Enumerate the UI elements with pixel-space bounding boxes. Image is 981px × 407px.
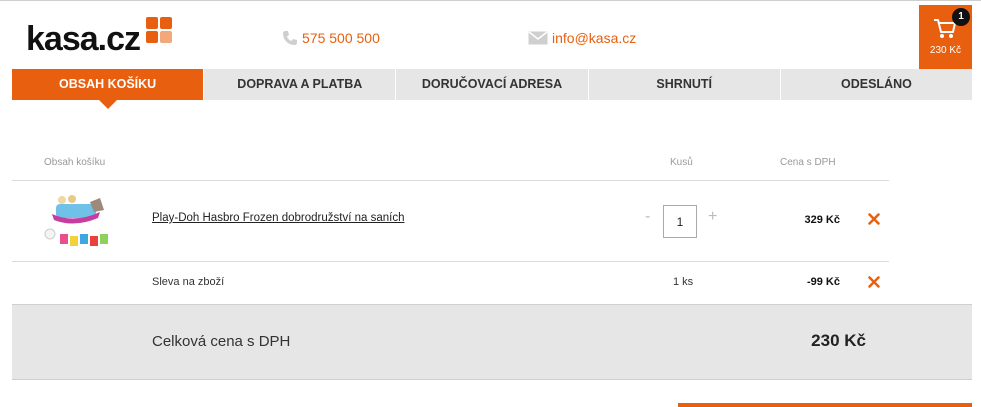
- top-border: [0, 0, 981, 5]
- step-summary[interactable]: SHRNUTÍ: [587, 69, 780, 100]
- quantity-input[interactable]: [663, 205, 697, 238]
- product-thumbnail[interactable]: [44, 194, 114, 248]
- step-delivery-address[interactable]: DORUČOVACÍ ADRESA: [395, 69, 587, 100]
- step-shipping-payment[interactable]: DOPRAVA A PLATBA: [203, 69, 395, 100]
- cart-count-badge: 1: [952, 8, 970, 26]
- logo-squares-icon: [146, 17, 172, 43]
- step-cart-content[interactable]: OBSAH KOŠÍKU: [12, 69, 204, 109]
- remove-item-button[interactable]: [868, 212, 880, 230]
- discount-label: Sleva na zboží: [152, 276, 225, 288]
- phone-number: 575 500 500: [302, 30, 380, 46]
- email-contact[interactable]: info@kasa.cz: [528, 30, 636, 46]
- logo-text: kasa.cz: [26, 20, 141, 58]
- total-value: 230 Kč: [811, 331, 866, 350]
- qty-decrease-button[interactable]: -: [645, 208, 650, 226]
- qty-increase-button[interactable]: +: [708, 208, 717, 226]
- header-price: Cena s DPH: [780, 157, 836, 168]
- continue-button[interactable]: [678, 403, 972, 407]
- phone-icon: [283, 31, 297, 45]
- close-icon: [868, 213, 880, 225]
- cart-total: 230 Kč: [929, 45, 962, 56]
- phone-contact[interactable]: 575 500 500: [282, 30, 380, 46]
- divider: [12, 180, 889, 181]
- discount-price: -99 Kč: [806, 276, 840, 288]
- total-label: Celková cena s DPH: [152, 333, 291, 350]
- close-icon: [868, 276, 880, 288]
- item-price: 329 Kč: [804, 214, 840, 226]
- header-qty: Kusů: [670, 157, 693, 168]
- remove-discount-button[interactable]: [868, 275, 880, 293]
- checkout-steps: OBSAH KOŠÍKU DOPRAVA A PLATBA DORUČOVACÍ…: [12, 69, 972, 109]
- header-content: Obsah košíku: [44, 157, 106, 168]
- product-link[interactable]: Play-Doh Hasbro Frozen dobrodružství na …: [152, 212, 404, 224]
- discount-qty: 1 ks: [673, 276, 694, 288]
- email-address: info@kasa.cz: [552, 30, 637, 46]
- envelope-icon: [528, 31, 548, 45]
- step-sent[interactable]: ODESLÁNO: [779, 69, 972, 100]
- cart-button[interactable]: 1 230 Kč: [919, 5, 972, 69]
- divider: [12, 261, 889, 262]
